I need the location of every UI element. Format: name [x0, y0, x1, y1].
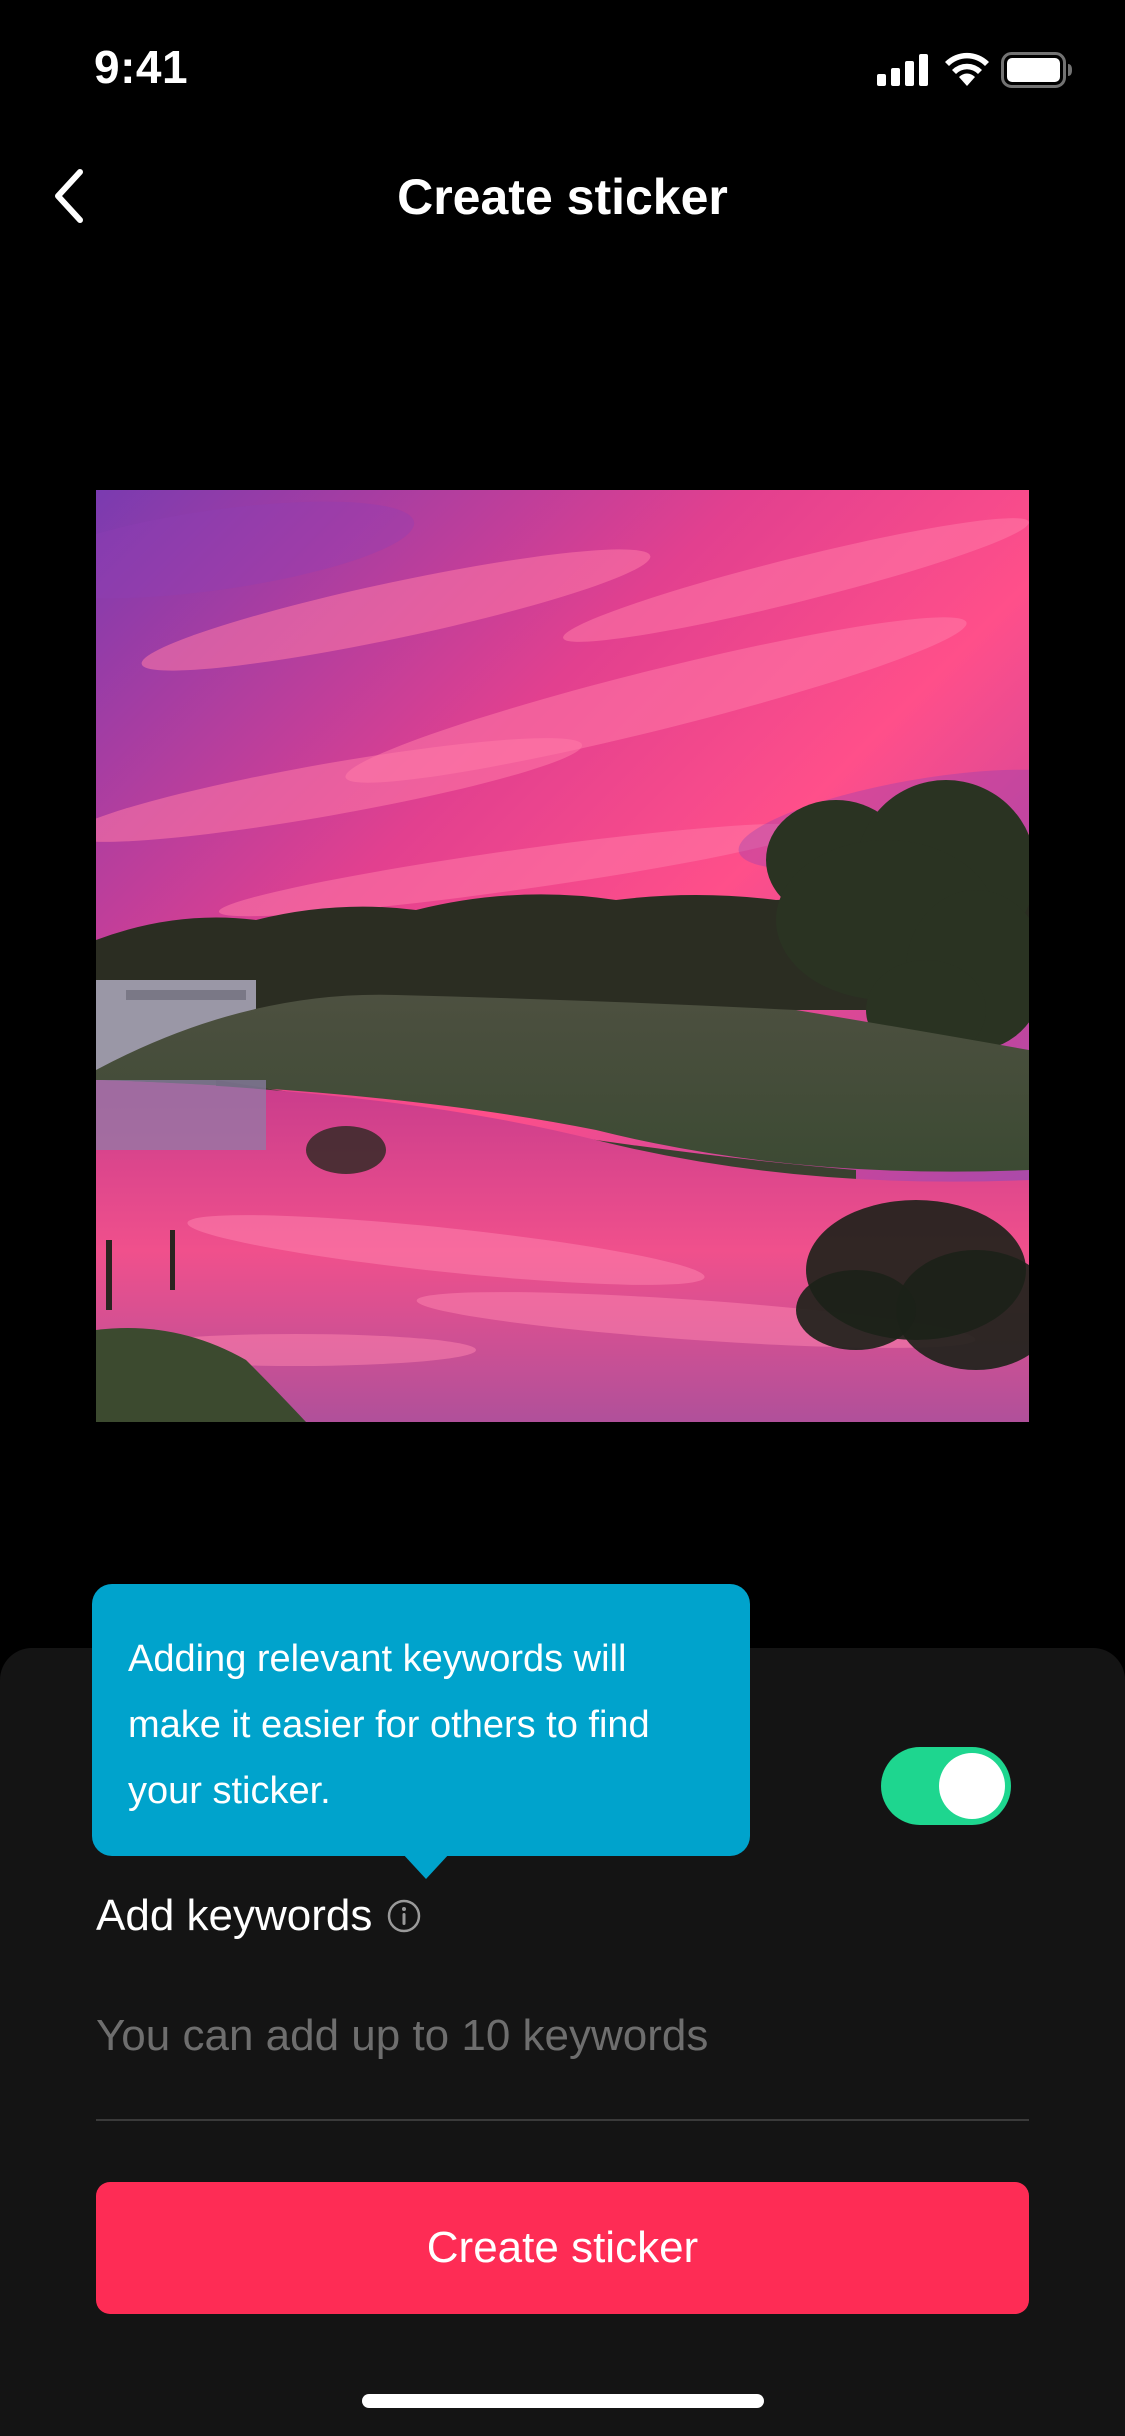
keywords-label-row: Add keywords — [96, 1886, 422, 1946]
keywords-input[interactable] — [96, 1996, 1029, 2076]
battery-icon — [1001, 52, 1072, 88]
input-divider — [96, 2119, 1029, 2121]
tooltip-text: Adding relevant keywords will make it ea… — [128, 1638, 650, 1812]
wifi-icon — [945, 52, 989, 86]
sticker-preview-image — [96, 490, 1029, 1422]
page-title: Create sticker — [397, 169, 728, 225]
keywords-label: Add keywords — [96, 1891, 373, 1940]
tooltip-arrow — [402, 1853, 450, 1879]
toggle-knob — [939, 1753, 1005, 1819]
nav-bar: Create sticker — [0, 140, 1125, 252]
create-sticker-button[interactable]: Create sticker — [96, 2182, 1029, 2314]
setting-toggle[interactable] — [881, 1747, 1011, 1825]
status-time: 9:41 — [94, 41, 189, 93]
cellular-signal-icon — [877, 54, 928, 86]
info-icon[interactable] — [386, 1898, 422, 1934]
status-bar: 9:41 — [0, 0, 1125, 132]
home-indicator[interactable] — [362, 2394, 764, 2408]
keywords-tooltip: Adding relevant keywords will make it ea… — [92, 1584, 750, 1856]
